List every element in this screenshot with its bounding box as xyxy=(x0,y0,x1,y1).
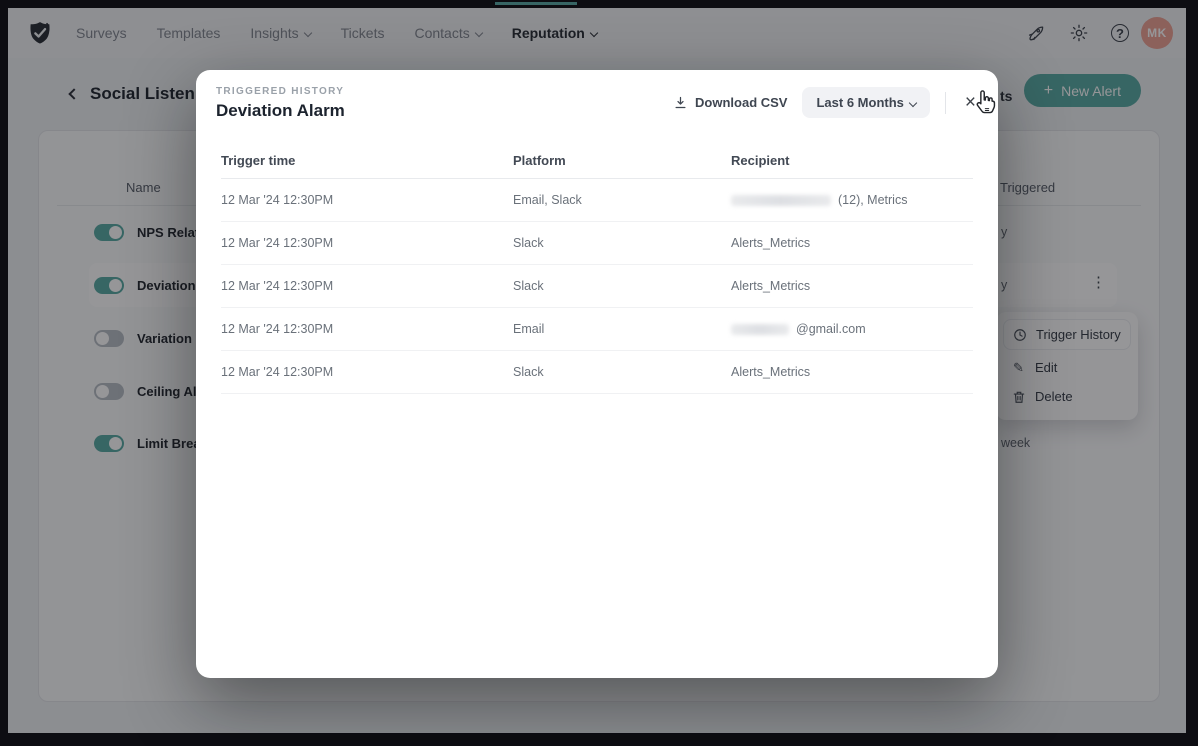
table-row: 12 Mar '24 12:30PM Slack Alerts_Metrics xyxy=(221,351,973,394)
redacted-text xyxy=(731,195,831,206)
modal-header-actions: Download CSV Last 6 Months × xyxy=(673,87,980,118)
table-row: 12 Mar '24 12:30PM Slack Alerts_Metrics xyxy=(221,222,973,265)
table-row: 12 Mar '24 12:30PM Email @gmail.com xyxy=(221,308,973,351)
date-range-dropdown[interactable]: Last 6 Months xyxy=(802,87,929,118)
divider xyxy=(945,92,946,114)
table-row: 12 Mar '24 12:30PM Slack Alerts_Metrics xyxy=(221,265,973,308)
modal-header: TRIGGERED HISTORY Deviation Alarm Downlo… xyxy=(196,70,998,135)
history-table-header: Trigger time Platform Recipient xyxy=(221,143,973,179)
download-icon xyxy=(673,95,688,110)
download-csv-button[interactable]: Download CSV xyxy=(673,95,787,110)
table-row: 12 Mar '24 12:30PM Email, Slack (12), Me… xyxy=(221,179,973,222)
triggered-history-modal: TRIGGERED HISTORY Deviation Alarm Downlo… xyxy=(196,70,998,678)
redacted-text xyxy=(731,324,789,335)
history-table: Trigger time Platform Recipient 12 Mar '… xyxy=(221,143,973,394)
chevron-down-icon xyxy=(909,98,917,106)
hand-cursor-icon xyxy=(972,88,999,115)
